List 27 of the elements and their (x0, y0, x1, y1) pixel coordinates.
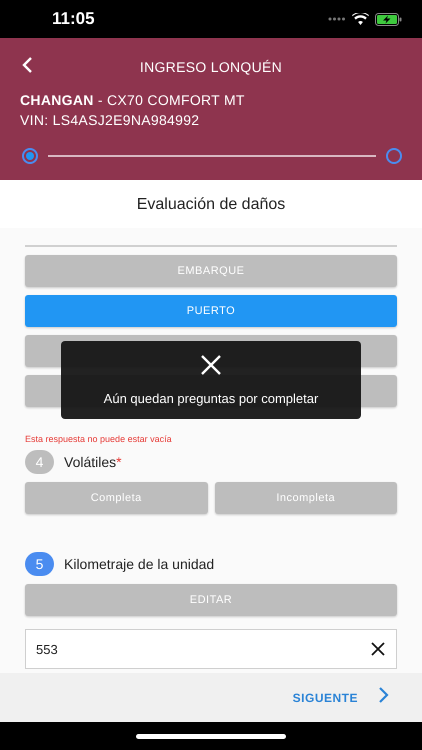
option-button[interactable]: EDITAR (25, 584, 397, 616)
back-icon[interactable] (20, 56, 34, 74)
question-title: Kilometraje de la unidad (64, 556, 214, 572)
question-number: 5 (25, 552, 54, 576)
toast-text: Aún quedan preguntas por completar (104, 391, 318, 406)
close-icon (200, 354, 222, 376)
option-button[interactable]: PUERTO (25, 295, 397, 327)
vehicle-name: CHANGAN - CX70 COMFORT MT (20, 92, 246, 108)
mileage-input-field[interactable]: 553 (25, 629, 397, 669)
screen-title: INGRESO LONQUÉN (138, 59, 284, 75)
vin-number: VIN: LS4ASJ2E9NA984992 (20, 112, 200, 128)
next-button[interactable]: SIGUENTE (292, 690, 358, 704)
error-message: Esta respuesta no puede estar vacía (25, 434, 173, 444)
battery-charging-icon (375, 12, 402, 26)
wifi-icon (352, 13, 369, 25)
clock-time: 11:05 (52, 9, 95, 29)
option-button[interactable]: Incompleta (214, 482, 397, 514)
option-button[interactable]: Completa (25, 482, 208, 514)
clear-icon[interactable] (371, 642, 385, 656)
step-indicator[interactable] (22, 148, 38, 164)
chevron-right-icon[interactable] (378, 686, 390, 704)
step-indicator[interactable] (386, 148, 402, 164)
question-title: Volátiles* (64, 454, 122, 470)
signal-icon (328, 17, 346, 21)
section-title: Evaluación de daños (0, 180, 422, 228)
option-button[interactable]: EMBARQUE (25, 255, 397, 287)
question-number: 4 (25, 450, 54, 474)
